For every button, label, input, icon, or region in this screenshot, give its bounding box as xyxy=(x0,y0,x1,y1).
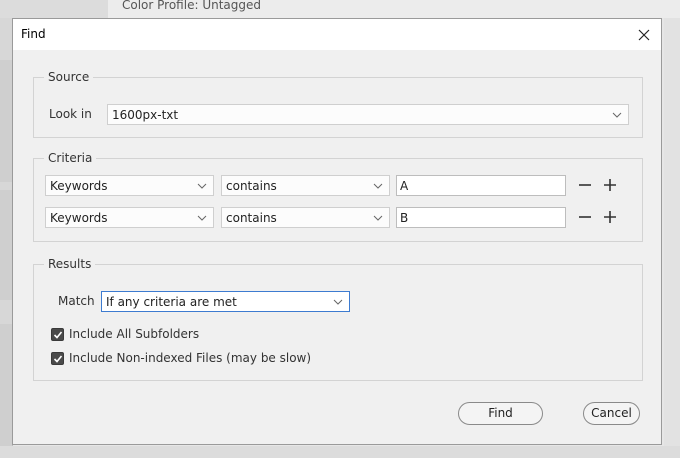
criteria-operator-value: contains xyxy=(226,211,277,225)
find-dialog: Find Source Look in 1600px-txt Criteria … xyxy=(12,18,662,445)
match-value: If any criteria are met xyxy=(106,295,237,309)
plus-icon[interactable] xyxy=(602,209,618,225)
minus-icon[interactable] xyxy=(577,209,593,225)
match-label: Match xyxy=(58,294,95,308)
results-group: Results Match If any criteria are met In… xyxy=(33,256,643,381)
include-nonindexed-checkbox[interactable] xyxy=(51,352,64,365)
criteria-legend: Criteria xyxy=(44,150,97,166)
look-in-dropdown[interactable]: 1600px-txt xyxy=(107,104,629,125)
background-right-edge xyxy=(664,18,680,446)
criteria-operator-dropdown[interactable]: contains xyxy=(221,207,390,228)
dialog-title: Find xyxy=(21,27,46,41)
criteria-operator-dropdown[interactable]: contains xyxy=(221,175,390,196)
dialog-titlebar[interactable]: Find xyxy=(13,19,661,50)
cancel-button[interactable]: Cancel xyxy=(583,402,640,425)
background-bottom-edge xyxy=(0,446,680,458)
criteria-value-field[interactable] xyxy=(400,210,560,226)
source-group: Source Look in 1600px-txt xyxy=(33,69,643,138)
criteria-field-dropdown[interactable]: Keywords xyxy=(45,175,214,196)
close-icon xyxy=(638,29,650,40)
background-sidebar xyxy=(0,18,13,458)
color-profile-text: Color Profile: Untagged xyxy=(122,0,261,12)
criteria-value-field[interactable] xyxy=(400,178,560,194)
find-button[interactable]: Find xyxy=(458,402,543,425)
look-in-label: Look in xyxy=(49,107,92,121)
chevron-down-icon xyxy=(373,215,383,221)
chevron-down-icon xyxy=(612,112,622,118)
close-button[interactable] xyxy=(627,19,661,50)
match-dropdown[interactable]: If any criteria are met xyxy=(101,291,350,312)
include-subfolders-label[interactable]: Include All Subfolders xyxy=(69,326,199,342)
results-legend: Results xyxy=(44,256,96,272)
minus-icon[interactable] xyxy=(577,177,593,193)
checkmark-icon xyxy=(53,331,63,339)
chevron-down-icon xyxy=(197,183,207,189)
criteria-value-input[interactable] xyxy=(396,175,566,196)
criteria-field-value: Keywords xyxy=(50,211,108,225)
criteria-field-value: Keywords xyxy=(50,179,108,193)
criteria-group: Criteria Keywords contains Keywords cont… xyxy=(33,150,643,242)
source-legend: Source xyxy=(44,69,94,85)
criteria-field-dropdown[interactable]: Keywords xyxy=(45,207,214,228)
checkmark-icon xyxy=(53,355,63,363)
include-subfolders-checkbox[interactable] xyxy=(51,328,64,341)
plus-icon[interactable] xyxy=(602,177,618,193)
chevron-down-icon xyxy=(197,215,207,221)
chevron-down-icon xyxy=(333,299,343,305)
criteria-value-input[interactable] xyxy=(396,207,566,228)
look-in-value: 1600px-txt xyxy=(112,108,179,122)
include-nonindexed-label[interactable]: Include Non-indexed Files (may be slow) xyxy=(69,350,311,366)
chevron-down-icon xyxy=(373,183,383,189)
criteria-operator-value: contains xyxy=(226,179,277,193)
